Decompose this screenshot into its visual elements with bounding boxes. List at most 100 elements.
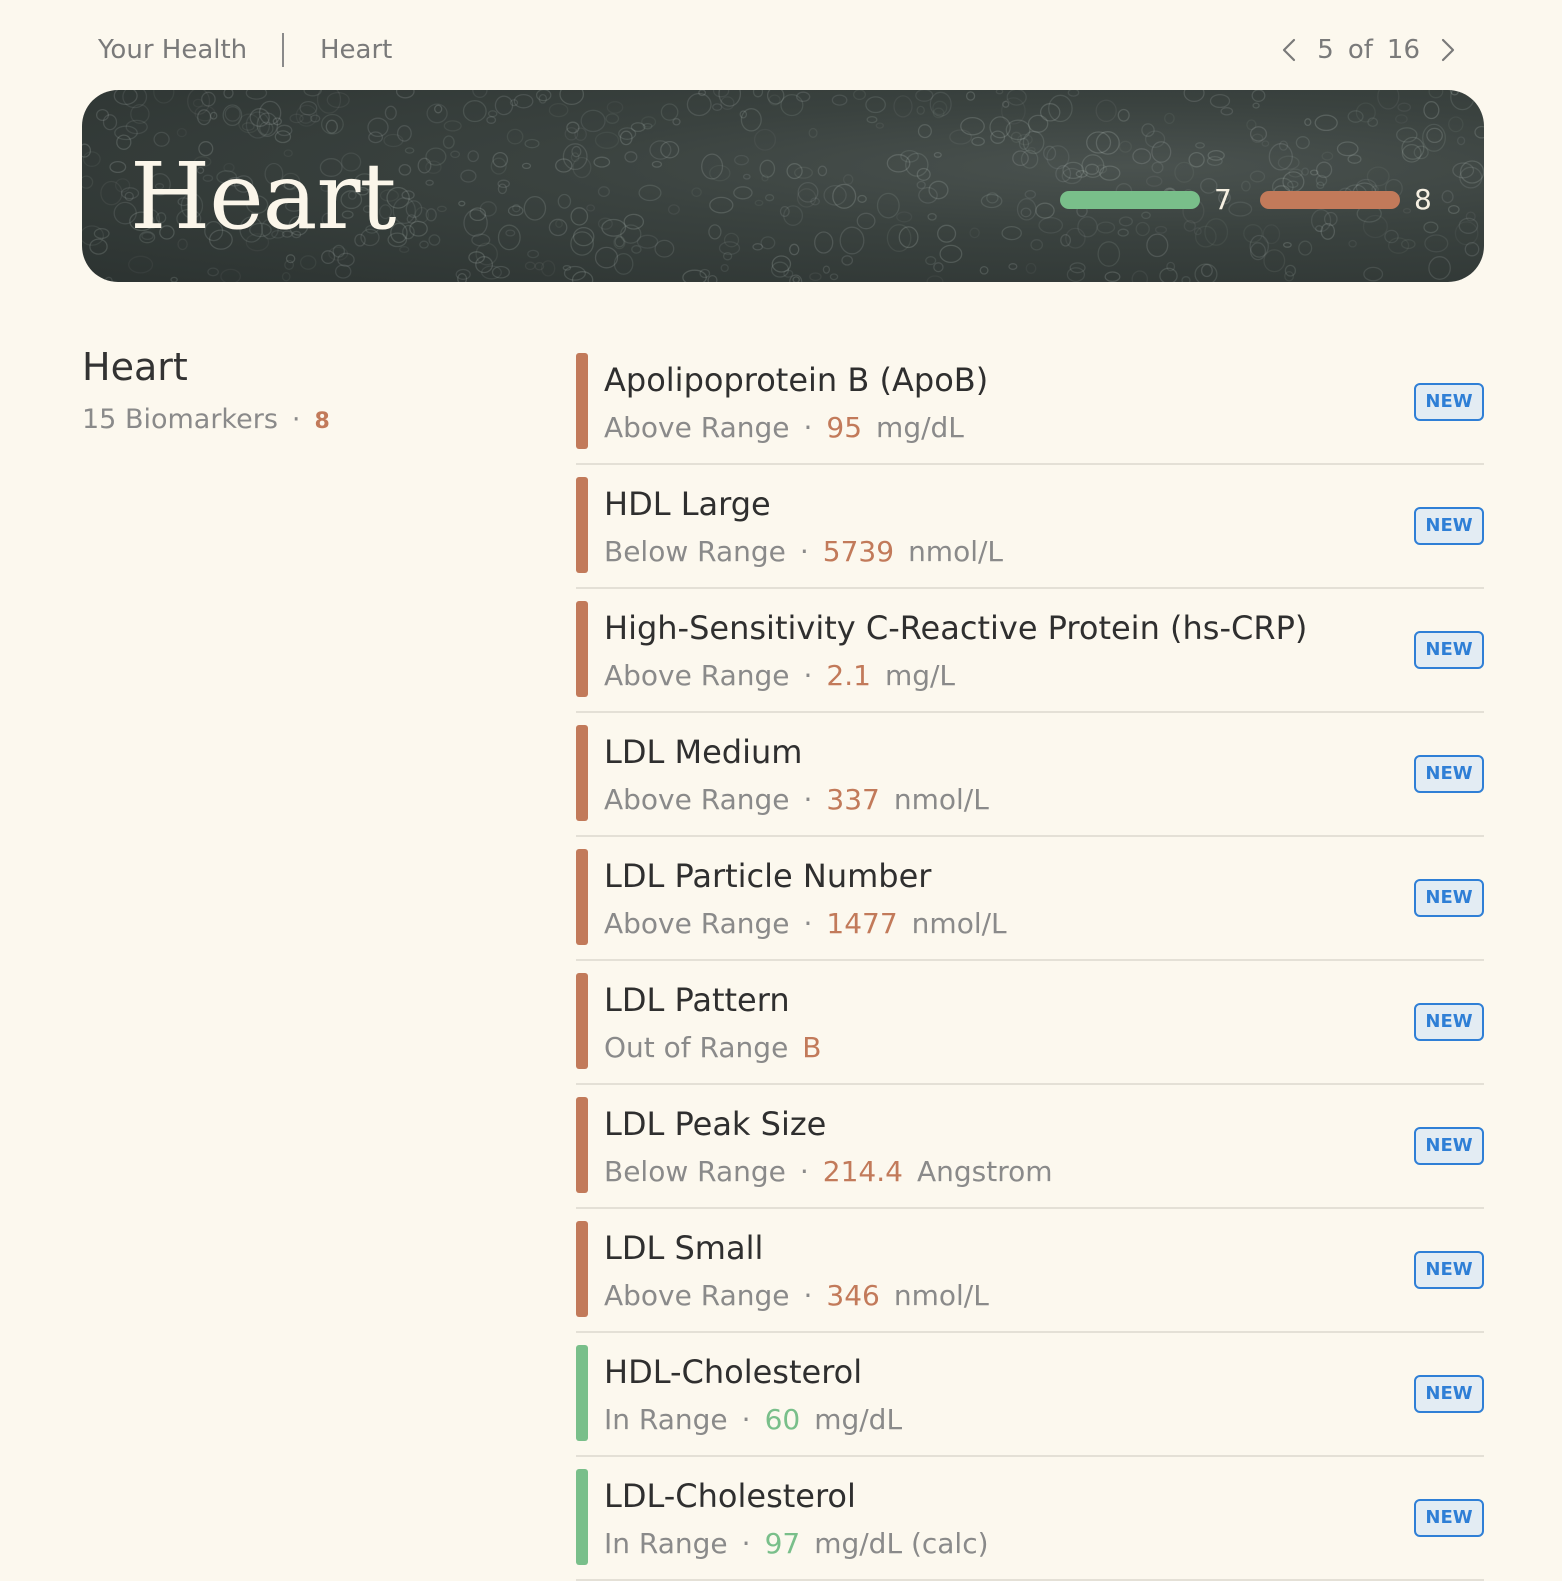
section-subtitle: 15 Biomarkers · 8 [82,404,330,435]
biomarker-name: LDL-Cholesterol [604,1477,856,1515]
hero-title: Heart [130,143,396,250]
biomarker-row[interactable]: LDL Pattern Out of Range B NEW [576,961,1484,1085]
flagged-count: 8 [314,409,330,434]
biomarker-unit: mg/dL [814,1403,903,1436]
biomarker-name: LDL Small [604,1229,764,1267]
dot-separator: · [741,1403,751,1436]
previous-button[interactable] [1275,30,1303,70]
range-summary: 7 8 [1060,186,1434,214]
new-badge: NEW [1414,507,1484,545]
dot-separator: · [741,1527,751,1560]
biomarker-value: 60 [764,1403,801,1436]
status-indicator-bar [576,1345,588,1441]
out-of-range-count: 8 [1414,183,1432,216]
breadcrumb-heart: Heart [320,35,393,65]
out-of-range-bar [1260,191,1400,209]
status-indicator-bar [576,1097,588,1193]
biomarker-name: HDL Large [604,485,771,523]
dot-separator: · [803,1279,813,1312]
new-badge: NEW [1414,1127,1484,1165]
status-indicator-bar [576,725,588,821]
biomarker-value: 337 [826,783,880,816]
hero-banner: Heart 7 8 [82,90,1484,282]
biomarker-value: 346 [826,1279,880,1312]
breadcrumb-separator [282,33,284,67]
biomarker-unit: Angstrom [916,1155,1053,1188]
biomarker-row[interactable]: Apolipoprotein B (ApoB) Above Range · 95 mg/… [576,341,1484,465]
biomarker-result: Above Range · 2.1 mg/L [604,659,955,692]
status-indicator-bar [576,601,588,697]
new-badge: NEW [1414,1003,1484,1041]
biomarker-unit: nmol/L [893,783,989,816]
range-status: Above Range [604,1279,790,1312]
biomarker-value: 1477 [826,907,898,940]
breadcrumb-your-health[interactable]: Your Health [98,30,247,70]
new-badge: NEW [1414,1251,1484,1289]
biomarker-value: 2.1 [826,659,871,692]
status-indicator-bar [576,477,588,573]
next-button[interactable] [1434,30,1462,70]
biomarker-count: 15 Biomarkers [82,404,278,435]
biomarker-row[interactable]: LDL Medium Above Range · 337 nmol/L NEW [576,713,1484,837]
biomarker-value: 95 [826,411,863,444]
pager-of: of [1347,35,1373,65]
range-status: Above Range [604,783,790,816]
biomarker-name: High-Sensitivity C-Reactive Protein (hs-… [604,609,1308,647]
biomarker-row[interactable]: LDL Small Above Range · 346 nmol/L NEW [576,1209,1484,1333]
biomarker-result: In Range · 97 mg/dL (calc) [604,1527,989,1560]
range-status: In Range [604,1527,728,1560]
dot-separator: · [799,1155,809,1188]
biomarker-name: LDL Particle Number [604,857,932,895]
chevron-left-icon [1283,38,1296,62]
pager: 5 of 16 [1275,30,1462,70]
biomarker-result: Above Range · 337 nmol/L [604,783,989,816]
status-indicator-bar [576,1221,588,1317]
range-status: Above Range [604,907,790,940]
biomarker-value: 97 [764,1527,801,1560]
biomarker-row[interactable]: LDL-Cholesterol In Range · 97 mg/dL (calc) NE… [576,1457,1484,1581]
biomarker-row[interactable]: LDL Peak Size Below Range · 214.4 Angstrom NE… [576,1085,1484,1209]
biomarker-name: Apolipoprotein B (ApoB) [604,361,989,399]
biomarker-result: Above Range · 346 nmol/L [604,1279,989,1312]
pager-total: 16 [1386,35,1420,65]
in-range-count: 7 [1214,183,1232,216]
status-indicator-bar [576,353,588,449]
dot-separator: · [799,535,809,568]
dot-separator: · [803,659,813,692]
new-badge: NEW [1414,755,1484,793]
dot-separator: · [803,783,813,816]
top-bar: Your Health Heart 5 of 16 [0,0,1562,90]
biomarker-unit: mg/dL (calc) [814,1527,989,1560]
dot-separator: · [803,907,813,940]
range-status: Above Range [604,411,790,444]
biomarker-result: Above Range · 95 mg/dL [604,411,964,444]
new-badge: NEW [1414,631,1484,669]
biomarker-row[interactable]: High-Sensitivity C-Reactive Protein (hs-… [576,589,1484,713]
range-status: In Range [604,1403,728,1436]
range-status: Out of Range [604,1031,789,1064]
biomarker-result: Above Range · 1477 nmol/L [604,907,1007,940]
biomarker-list: Apolipoprotein B (ApoB) Above Range · 95 mg/… [576,341,1484,1581]
biomarker-name: LDL Peak Size [604,1105,827,1143]
biomarker-value: B [802,1031,822,1064]
biomarker-name: LDL Medium [604,733,803,771]
in-range-bar [1060,191,1200,209]
biomarker-unit: mg/dL [876,411,964,444]
biomarker-row[interactable]: HDL Large Below Range · 5739 nmol/L NEW [576,465,1484,589]
new-badge: NEW [1414,383,1484,421]
biomarker-result: In Range · 60 mg/dL [604,1403,902,1436]
biomarker-result: Below Range · 5739 nmol/L [604,535,1003,568]
status-indicator-bar [576,849,588,945]
biomarker-unit: nmol/L [908,535,1004,568]
new-badge: NEW [1414,879,1484,917]
biomarker-row[interactable]: HDL-Cholesterol In Range · 60 mg/dL NEW [576,1333,1484,1457]
biomarker-name: HDL-Cholesterol [604,1353,863,1391]
status-indicator-bar [576,1469,588,1565]
biomarker-row[interactable]: LDL Particle Number Above Range · 1477 nmol/… [576,837,1484,961]
status-indicator-bar [576,973,588,1069]
biomarker-value: 5739 [822,535,895,568]
section-title: Heart [82,345,188,389]
range-status: Below Range [604,1155,786,1188]
pager-label: 5 of 16 [1317,35,1420,65]
pager-current: 5 [1317,35,1334,65]
